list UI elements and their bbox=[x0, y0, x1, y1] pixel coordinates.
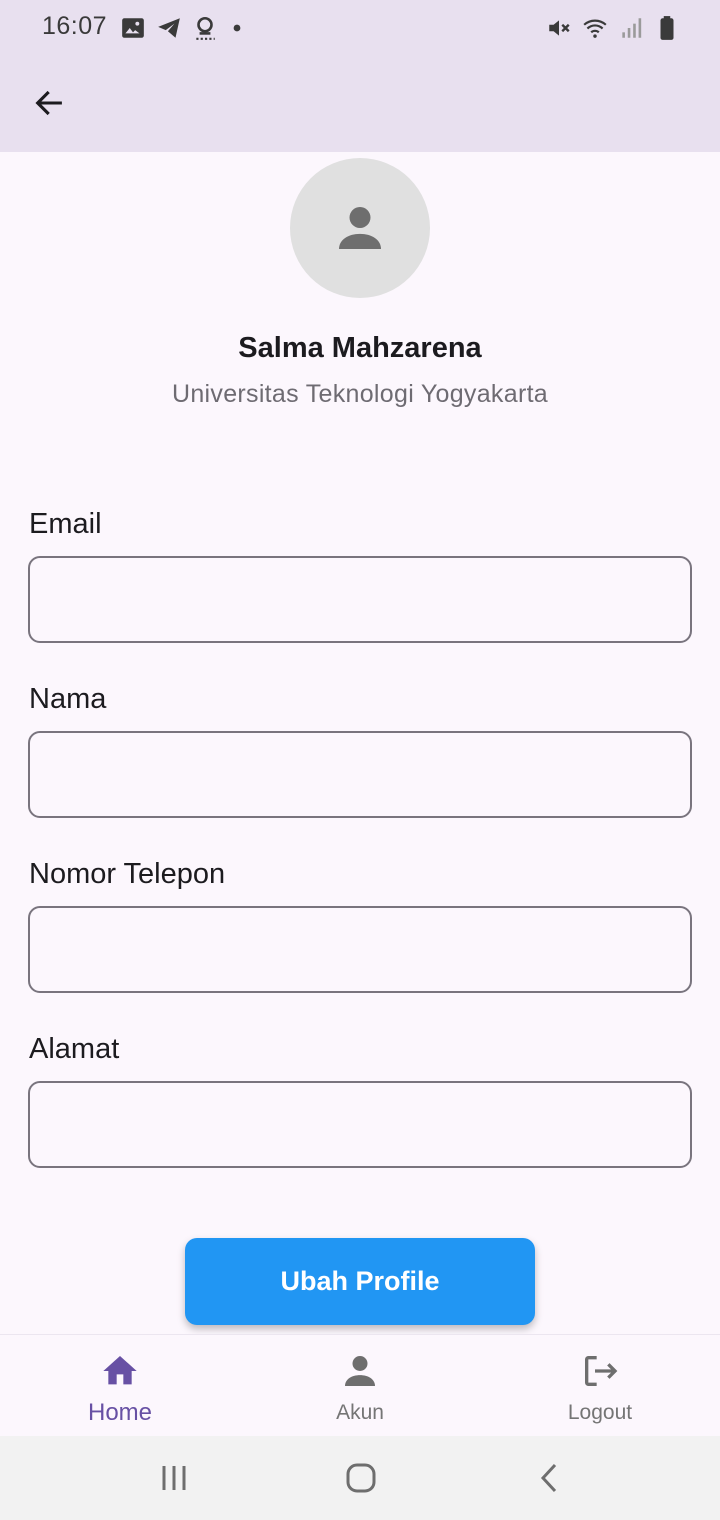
arrow-left-icon bbox=[35, 90, 62, 116]
nav-label-logout: Logout bbox=[567, 1401, 633, 1424]
gallery-icon bbox=[122, 18, 144, 38]
nav-item-home[interactable]: Home bbox=[0, 1335, 240, 1436]
nav-item-akun[interactable]: Akun bbox=[240, 1335, 480, 1436]
profile-name: Salma Mahzarena bbox=[238, 332, 482, 364]
update-profile-button[interactable]: Ubah Profile bbox=[185, 1238, 535, 1325]
person-icon bbox=[339, 207, 381, 249]
wifi-icon bbox=[583, 19, 607, 38]
nav-label-home: Home bbox=[87, 1399, 153, 1426]
status-icons-left bbox=[120, 14, 246, 42]
bottom-navigation: Home Akun Logout bbox=[0, 1334, 720, 1436]
signal-icon bbox=[622, 18, 642, 38]
dot-icon bbox=[233, 24, 241, 32]
home-icon bbox=[103, 1356, 137, 1385]
system-navigation-bar bbox=[0, 1436, 720, 1520]
app-bar: 16:07 bbox=[0, 0, 720, 152]
cast-icon bbox=[196, 16, 215, 40]
nama-label: Nama bbox=[29, 683, 107, 715]
profile-organization: Universitas Teknologi Yogyakarta bbox=[171, 380, 549, 408]
email-field[interactable] bbox=[28, 556, 692, 643]
status-time: 16:07 bbox=[42, 12, 108, 40]
address-label: Alamat bbox=[29, 1033, 120, 1065]
recent-apps-icon[interactable] bbox=[154, 1458, 194, 1498]
nav-item-logout[interactable]: Logout bbox=[480, 1335, 720, 1436]
status-icons-right bbox=[546, 14, 680, 42]
avatar bbox=[290, 158, 430, 298]
home-circle-icon[interactable] bbox=[341, 1458, 381, 1498]
phone-label: Nomor Telepon bbox=[29, 858, 226, 890]
address-field[interactable] bbox=[28, 1081, 692, 1168]
nama-field[interactable] bbox=[28, 731, 692, 818]
logout-icon bbox=[585, 1356, 618, 1386]
battery-icon bbox=[660, 16, 674, 40]
person-icon bbox=[345, 1356, 375, 1386]
nav-label-akun: Akun bbox=[336, 1401, 384, 1424]
back-button[interactable] bbox=[24, 80, 74, 126]
phone-field[interactable] bbox=[28, 906, 692, 993]
mute-icon bbox=[549, 20, 570, 36]
telegram-icon bbox=[158, 18, 180, 38]
back-chevron-icon[interactable] bbox=[530, 1458, 570, 1498]
email-label: Email bbox=[29, 508, 102, 540]
